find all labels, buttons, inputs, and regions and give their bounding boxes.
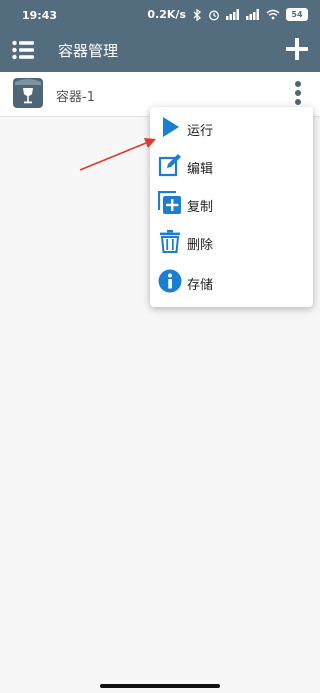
menu-item-label: 运行 xyxy=(187,124,214,139)
more-vertical-icon[interactable] xyxy=(294,80,302,106)
top-bar: 19:43 0.2K/s 54 容器管理 xyxy=(0,0,320,72)
network-speed: 0.2K/s xyxy=(147,8,186,21)
menu-item-delete[interactable]: 删除 xyxy=(150,223,313,261)
status-right: 0.2K/s 54 xyxy=(147,8,308,21)
menu-item-label: 复制 xyxy=(187,200,214,215)
container-icon xyxy=(13,78,43,108)
status-time: 19:43 xyxy=(22,9,58,22)
status-bar: 19:43 0.2K/s 54 xyxy=(0,0,320,30)
menu-item-store[interactable]: 存储 xyxy=(150,263,313,301)
copy-icon xyxy=(158,191,181,214)
wifi-icon xyxy=(266,9,280,20)
menu-item-label: 删除 xyxy=(187,238,214,253)
menu-item-label: 编辑 xyxy=(187,162,214,177)
menu-item-copy[interactable]: 复制 xyxy=(150,185,313,223)
play-icon xyxy=(163,117,179,137)
home-indicator xyxy=(100,684,220,688)
signal-icon xyxy=(226,9,239,20)
app-bar: 容器管理 xyxy=(0,30,320,72)
battery-icon: 54 xyxy=(286,8,308,21)
info-icon xyxy=(158,269,182,293)
menu-icon[interactable] xyxy=(12,40,34,60)
container-name: 容器-1 xyxy=(56,90,95,105)
signal-icon-2 xyxy=(246,9,259,20)
trash-icon xyxy=(160,230,180,253)
edit-icon xyxy=(158,154,181,177)
context-menu: 运行 编辑 复制 删除 存储 xyxy=(150,107,313,307)
alarm-icon xyxy=(209,10,219,20)
menu-item-run[interactable]: 运行 xyxy=(150,109,313,147)
bluetooth-icon xyxy=(193,8,202,21)
add-icon[interactable] xyxy=(284,36,310,62)
page-title: 容器管理 xyxy=(58,42,119,60)
menu-item-edit[interactable]: 编辑 xyxy=(150,147,313,185)
menu-item-label: 存储 xyxy=(187,278,214,293)
